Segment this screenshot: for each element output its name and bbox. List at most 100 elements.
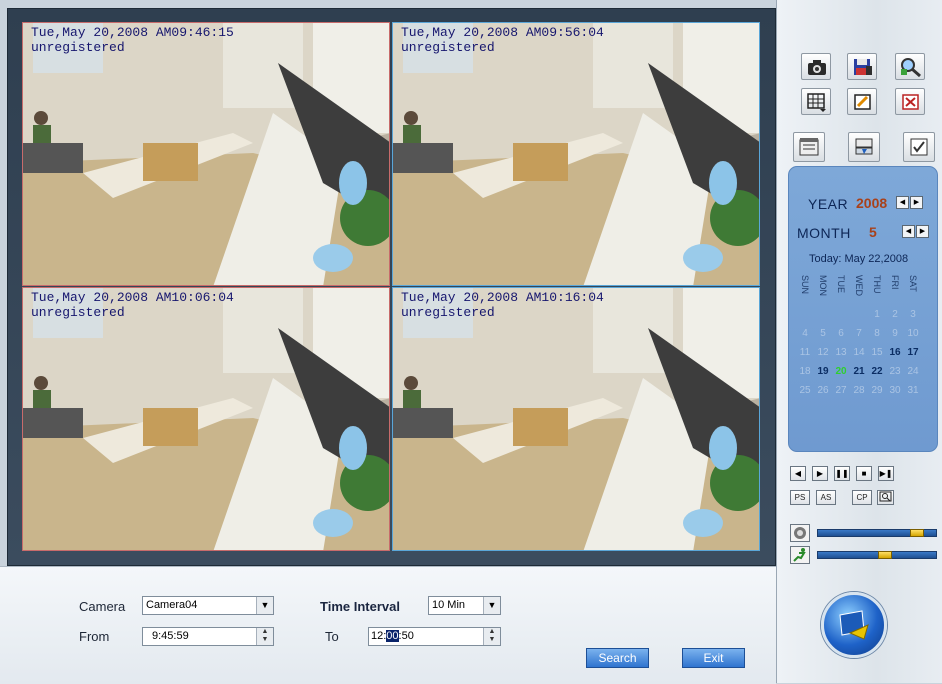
calendar-day[interactable]: 2 [888,309,902,320]
video-status: unregistered [401,40,495,55]
calendar-day[interactable]: 3 [906,309,920,320]
volume-button[interactable] [790,524,810,542]
forward-icon[interactable]: ▶ [812,466,828,481]
calendar-day[interactable]: 11 [798,347,812,358]
device-list-icon [855,138,873,155]
volume-slider-thumb[interactable] [910,529,925,537]
calendar-day[interactable]: 31 [906,385,920,396]
chevron-down-icon[interactable]: ▼ [483,597,500,614]
calendar-day[interactable]: 23 [888,366,902,377]
weekday-header: SUN [800,275,810,295]
weekday-header: THU [872,275,882,294]
edit-button[interactable] [847,88,877,115]
calendar-day[interactable]: 24 [906,366,920,377]
calendar-day[interactable]: 6 [834,328,848,339]
speed-button[interactable] [790,546,810,564]
calendar-day[interactable]: 28 [852,385,866,396]
video-timestamp-overlay: Tue,May 20,2008 AM09:56:04 unregistered [401,25,604,55]
to-time-field[interactable]: 12:00:50 ▲ ▼ [368,627,501,646]
calendar-day[interactable]: 16 [888,347,902,358]
calendar-day[interactable]: 21 [852,366,866,377]
calendar-day[interactable]: 1 [870,309,884,320]
close-icon [902,94,919,110]
video-timestamp-overlay: Tue,May 20,2008 AM10:16:04 unregistered [401,290,604,320]
magnifier-icon [901,58,921,77]
calendar-day[interactable]: 19 [816,366,830,377]
camera-select-value: Camera04 [146,599,198,611]
video-tile[interactable]: Tue,May 20,2008 AM10:16:04 unregistered [392,287,760,551]
exit-button[interactable]: Exit [682,648,745,668]
weekday-header: MON [818,275,828,296]
checklist-icon [910,138,928,156]
to-time-minute-selected[interactable]: 00 [386,630,399,642]
ps-button[interactable]: PS [790,490,810,505]
cp-button[interactable]: CP [852,490,872,505]
to-label: To [325,629,339,644]
calendar-day[interactable]: 8 [870,328,884,339]
calendar-day[interactable]: 27 [834,385,848,396]
year-label: YEAR [808,196,849,212]
layout-button[interactable] [801,88,831,115]
speed-slider-thumb[interactable] [878,551,893,559]
camera-icon [808,60,826,75]
search-button[interactable]: Search [586,648,649,668]
month-prev-arrow-icon[interactable]: ◀ [902,225,915,238]
office-scene-image [393,23,759,285]
year-next-arrow-icon[interactable]: ▶ [910,196,923,209]
calendar-day[interactable]: 18 [798,366,812,377]
calendar-day[interactable]: 30 [888,385,902,396]
video-tile[interactable]: Tue,May 20,2008 AM09:46:15 unregistered [22,22,390,286]
time-spinner[interactable]: ▲ ▼ [483,628,500,645]
calendar-day[interactable]: 20 [834,366,848,377]
from-time-field[interactable]: 9:45:59 ▲ ▼ [142,627,274,646]
device-list-button[interactable] [848,132,880,162]
chevron-down-icon[interactable]: ▼ [256,597,273,614]
calendar-day[interactable]: 17 [906,347,920,358]
year-value: 2008 [856,195,888,211]
camera-select[interactable]: Camera04 ▼ [142,596,274,615]
calendar-day[interactable]: 4 [798,328,812,339]
calendar-day[interactable]: 9 [888,328,902,339]
video-status: unregistered [31,40,125,55]
speed-slider[interactable] [817,551,937,559]
main-action-button[interactable] [821,592,887,658]
snapshot-button[interactable] [801,53,831,80]
calendar-day[interactable]: 29 [870,385,884,396]
calendar-day[interactable]: 15 [870,347,884,358]
to-time-rest: :50 [398,630,414,642]
save-clip-button[interactable] [847,53,877,80]
to-time-hour: 12: [371,630,387,642]
calendar-day[interactable]: 25 [798,385,812,396]
year-prev-arrow-icon[interactable]: ◀ [896,196,909,209]
time-interval-select[interactable]: 10 Min ▼ [428,596,501,615]
step-forward-icon[interactable]: ▶❚ [878,466,894,481]
pause-icon[interactable]: ❚❚ [834,466,850,481]
office-scene-image [393,288,759,550]
video-tile[interactable]: Tue,May 20,2008 AM10:06:04 unregistered [22,287,390,551]
checklist-button[interactable] [903,132,935,162]
calendar-day[interactable]: 7 [852,328,866,339]
office-scene-image [23,23,389,285]
calendar-day[interactable]: 26 [816,385,830,396]
search-frame-button[interactable] [877,490,894,505]
calendar-day[interactable]: 22 [870,366,884,377]
video-tile[interactable]: Tue,May 20,2008 AM09:56:04 unregistered [392,22,760,286]
calendar-day[interactable]: 5 [816,328,830,339]
as-button[interactable]: AS [816,490,836,505]
weekday-header: TUE [836,275,846,293]
month-value: 5 [869,224,877,240]
edit-note-icon [854,94,871,110]
time-spinner[interactable]: ▲ ▼ [256,628,273,645]
zoom-button[interactable] [895,53,925,80]
notes-button[interactable] [793,132,825,162]
rewind-icon[interactable]: ◀ [790,466,806,481]
calendar-day[interactable]: 10 [906,328,920,339]
stop-icon[interactable]: ■ [856,466,872,481]
weekday-header: SAT [908,275,918,292]
search-panel: Camera Camera04 ▼ Time Interval 10 Min ▼… [0,566,776,684]
calendar-day[interactable]: 12 [816,347,830,358]
calendar-day[interactable]: 13 [834,347,848,358]
close-button[interactable] [895,88,925,115]
month-next-arrow-icon[interactable]: ▶ [916,225,929,238]
calendar-day[interactable]: 14 [852,347,866,358]
